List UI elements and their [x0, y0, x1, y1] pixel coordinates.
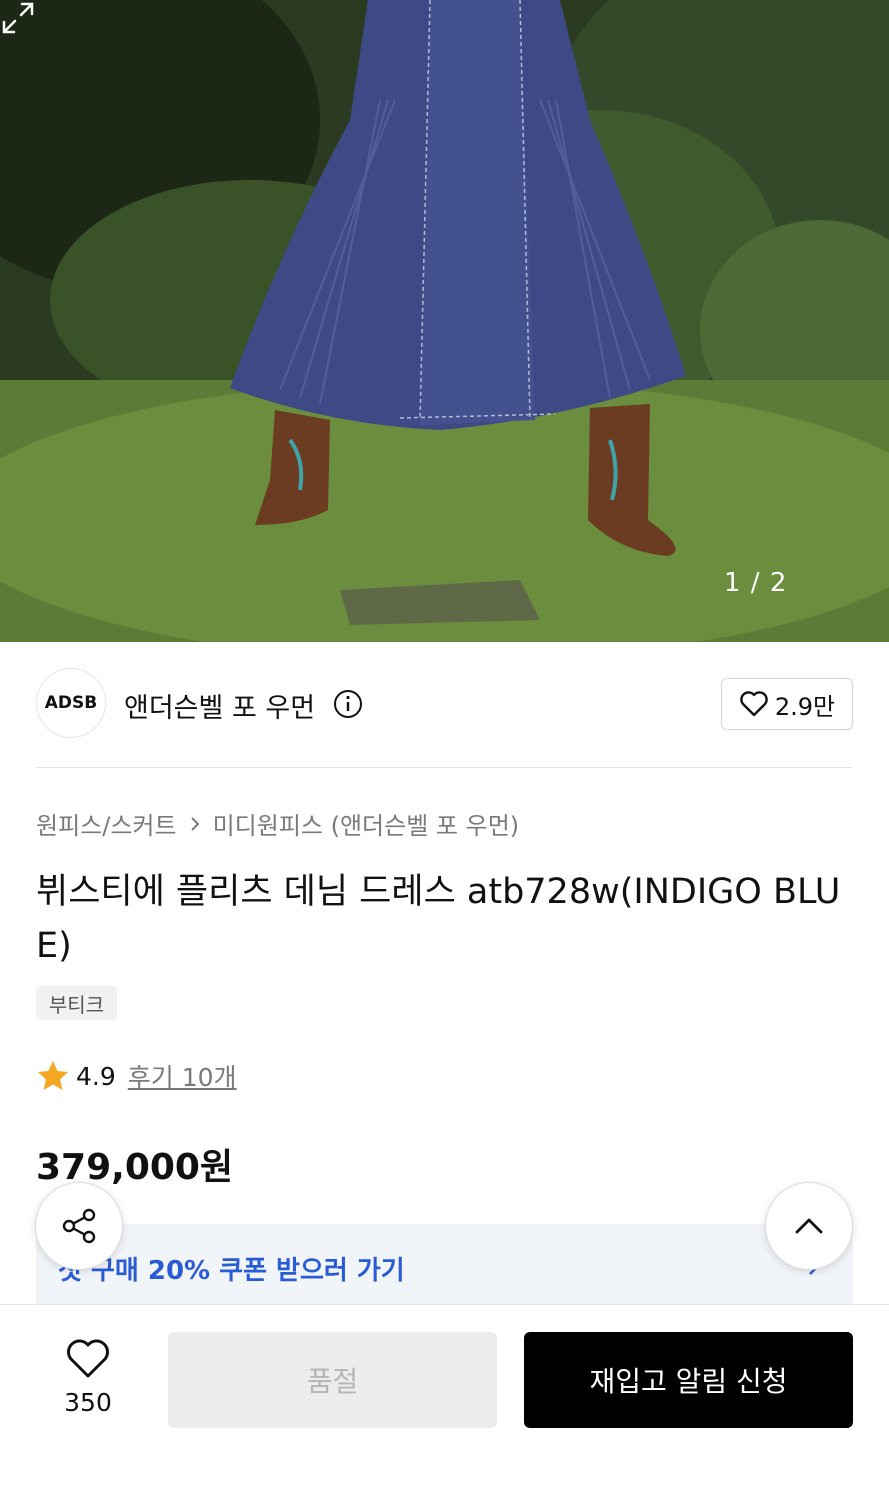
restock-alert-button[interactable]: 재입고 알림 신청: [524, 1332, 853, 1428]
review-link[interactable]: 후기 10개: [128, 1058, 237, 1094]
wishlist-button[interactable]: 350: [50, 1338, 126, 1417]
chevron-right-icon: [190, 816, 199, 831]
star-icon: [38, 1061, 68, 1090]
share-icon: [62, 1208, 96, 1244]
product-price: 379,000원: [36, 1147, 234, 1188]
product-tag: 부티크: [36, 986, 117, 1020]
breadcrumb-category[interactable]: 원피스/스커트: [36, 806, 177, 841]
brand-name[interactable]: 앤더슨벨 포 우먼: [124, 686, 315, 725]
expand-icon[interactable]: [0, 0, 36, 36]
heart-icon: [740, 691, 768, 717]
coupon-banner[interactable]: 첫 구매 20% 쿠폰 받으러 가기: [36, 1224, 853, 1304]
image-counter: 1 / 2: [724, 568, 788, 598]
product-title: 뷔스티에 플리츠 데님 드레스 atb728w(INDIGO BLUE): [36, 872, 841, 966]
brand-like-button[interactable]: 2.9만: [721, 678, 853, 730]
rating-row: 4.9 후기 10개: [36, 1058, 237, 1094]
brand-logo[interactable]: ADSB: [36, 668, 106, 738]
info-icon[interactable]: [333, 689, 363, 719]
product-image-gallery[interactable]: 1 / 2: [0, 0, 889, 642]
breadcrumb: 원피스/스커트 미디원피스 (앤더슨벨 포 우먼): [36, 806, 519, 841]
brand-like-count: 2.9만: [774, 692, 836, 721]
soldout-button: 품절: [168, 1332, 497, 1428]
chevron-up-icon: [795, 1218, 823, 1234]
heart-icon: [67, 1339, 109, 1378]
divider: [36, 767, 853, 768]
scroll-to-top-button[interactable]: [765, 1182, 853, 1270]
rating-value: 4.9: [76, 1061, 116, 1091]
breadcrumb-subcategory[interactable]: 미디원피스 (앤더슨벨 포 우먼): [213, 806, 520, 841]
product-photo: [0, 0, 889, 642]
wishlist-count: 350: [64, 1388, 112, 1417]
share-button[interactable]: [35, 1182, 123, 1270]
